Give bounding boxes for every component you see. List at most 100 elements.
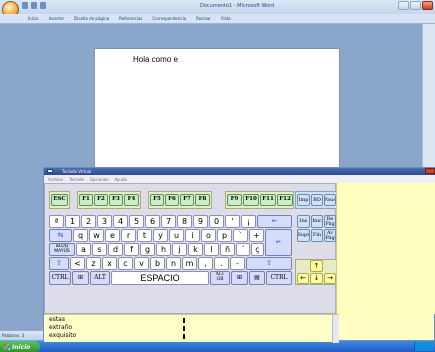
key-delete[interactable]: Supr: [297, 229, 310, 242]
key-arrow-up[interactable]: ↑: [310, 260, 323, 272]
key-right-shift[interactable]: ⇧: [246, 257, 292, 270]
undo-icon[interactable]: [31, 2, 37, 9]
key-caps-lock[interactable]: BLOQ MAYÚS: [49, 243, 75, 256]
key-left-ctrl[interactable]: CTRL: [49, 271, 71, 285]
key-right-windows[interactable]: ⊞: [231, 271, 248, 285]
key-a[interactable]: a: [76, 243, 91, 256]
key-7[interactable]: 7: [161, 215, 176, 228]
key-f4[interactable]: F4: [124, 194, 139, 206]
key-d[interactable]: d: [108, 243, 123, 256]
key-insert[interactable]: Ins: [297, 215, 310, 228]
suggestion-item[interactable]: extraño: [49, 324, 72, 331]
keyboard-close-button[interactable]: [425, 168, 435, 174]
menu-archivo[interactable]: Archivo: [48, 177, 63, 182]
key-arrow-left[interactable]: ←: [297, 273, 309, 284]
tab-vista[interactable]: Vista: [221, 16, 231, 21]
key-f5[interactable]: F5: [150, 194, 164, 206]
suggestion-scrollbar[interactable]: [332, 315, 339, 343]
key-2[interactable]: 2: [81, 215, 96, 228]
key-right-ctrl[interactable]: CTRL: [266, 271, 292, 285]
key-p[interactable]: p: [217, 229, 232, 242]
key-y[interactable]: y: [153, 229, 168, 242]
key-grave[interactable]: `: [233, 229, 248, 242]
key-space[interactable]: ESPACIO: [111, 271, 209, 285]
key-u[interactable]: u: [169, 229, 184, 242]
menu-teclado[interactable]: Teclado: [69, 177, 84, 182]
minimize-button[interactable]: [398, 1, 409, 10]
key-z[interactable]: z: [86, 257, 101, 270]
menu-opciones[interactable]: Opciones: [90, 177, 109, 182]
key-end[interactable]: Fin: [311, 229, 323, 242]
key-g[interactable]: g: [140, 243, 155, 256]
tab-revisar[interactable]: Revisar: [196, 16, 211, 21]
key-5[interactable]: 5: [129, 215, 144, 228]
key-f6[interactable]: F6: [165, 194, 179, 206]
key-c[interactable]: c: [118, 257, 133, 270]
key-apostrophe[interactable]: ': [225, 215, 240, 228]
key-arrow-right[interactable]: →: [324, 273, 336, 284]
key-ordinal[interactable]: ª: [49, 215, 64, 228]
start-button[interactable]: Inicio: [0, 341, 40, 352]
key-o[interactable]: o: [201, 229, 216, 242]
key-t[interactable]: t: [137, 229, 152, 242]
key-n[interactable]: n: [166, 257, 181, 270]
key-left-shift[interactable]: ⇧: [49, 257, 69, 270]
key-home[interactable]: Inic: [311, 215, 323, 228]
key-backspace[interactable]: ←: [257, 215, 292, 228]
document-text[interactable]: Hola como e: [133, 55, 178, 64]
key-b[interactable]: b: [150, 257, 165, 270]
key-less-than[interactable]: <: [70, 257, 85, 270]
suggestion-item[interactable]: estas: [49, 316, 65, 323]
key-8[interactable]: 8: [177, 215, 192, 228]
key-f10[interactable]: F10: [243, 194, 259, 206]
key-4[interactable]: 4: [113, 215, 128, 228]
key-alt[interactable]: ALT: [90, 271, 110, 285]
key-period[interactable]: .: [214, 257, 229, 270]
key-alt-gr[interactable]: ALT GR: [210, 271, 230, 285]
key-plus[interactable]: +: [249, 229, 264, 242]
key-f9[interactable]: F9: [227, 194, 242, 206]
key-pause[interactable]: Paus: [324, 194, 336, 206]
key-esc[interactable]: ESC: [51, 194, 68, 206]
tab-referencias[interactable]: Referencias: [119, 16, 142, 21]
key-0[interactable]: 0: [209, 215, 224, 228]
redo-icon[interactable]: [40, 2, 46, 9]
key-acute[interactable]: ´: [236, 243, 250, 256]
key-enter[interactable]: ↵: [265, 229, 292, 256]
key-f1[interactable]: F1: [79, 194, 93, 206]
key-f8[interactable]: F8: [195, 194, 210, 206]
key-1[interactable]: 1: [65, 215, 80, 228]
key-hyphen[interactable]: -: [230, 257, 245, 270]
key-f[interactable]: f: [124, 243, 139, 256]
key-f2[interactable]: F2: [94, 194, 108, 206]
key-n-tilde[interactable]: ñ: [220, 243, 235, 256]
tab-correspondencia[interactable]: Correspondencia: [152, 16, 186, 21]
suggestion-item[interactable]: exquisito: [49, 332, 76, 339]
key-arrow-down[interactable]: ↓: [310, 273, 323, 284]
key-6[interactable]: 6: [145, 215, 160, 228]
key-scroll-lock[interactable]: BD: [311, 194, 323, 206]
save-icon[interactable]: [22, 2, 28, 9]
key-f12[interactable]: F12: [277, 194, 293, 206]
tab-insertar[interactable]: Insertar: [49, 16, 65, 21]
key-m[interactable]: m: [182, 257, 197, 270]
key-j[interactable]: j: [172, 243, 187, 256]
key-f7[interactable]: F7: [180, 194, 194, 206]
key-page-up[interactable]: Re Pág: [324, 215, 336, 228]
key-h[interactable]: h: [156, 243, 171, 256]
key-v[interactable]: v: [134, 257, 149, 270]
key-c-cedilla[interactable]: ç: [251, 243, 264, 256]
key-f3[interactable]: F3: [109, 194, 123, 206]
key-k[interactable]: k: [188, 243, 203, 256]
key-menu[interactable]: ▤: [249, 271, 265, 285]
key-w[interactable]: w: [89, 229, 104, 242]
key-i[interactable]: i: [185, 229, 200, 242]
key-page-down[interactable]: Av Pág: [324, 229, 336, 242]
key-left-windows[interactable]: ⊞: [72, 271, 89, 285]
key-comma[interactable]: ,: [198, 257, 213, 270]
key-print-screen[interactable]: Imp: [297, 194, 310, 206]
maximize-button[interactable]: [410, 1, 421, 10]
key-q[interactable]: q: [73, 229, 88, 242]
close-button[interactable]: [422, 1, 433, 10]
key-f11[interactable]: F11: [260, 194, 276, 206]
